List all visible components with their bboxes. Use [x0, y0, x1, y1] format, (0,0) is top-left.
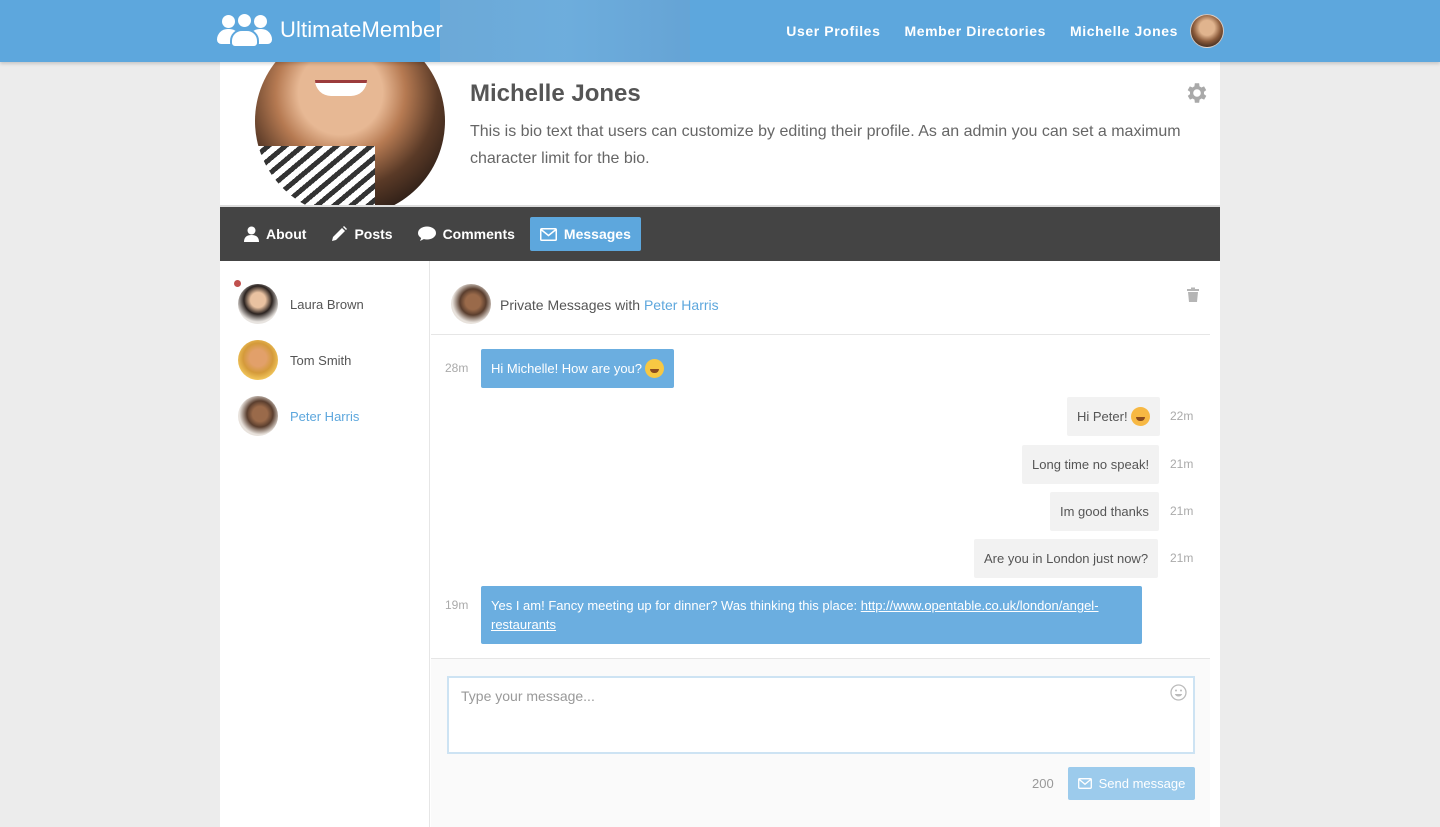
message-composer: 200 Send message — [431, 658, 1210, 827]
trash-icon[interactable] — [1186, 287, 1200, 303]
message-text: Long time no speak! — [1032, 457, 1150, 472]
message-time: 21m — [1170, 457, 1194, 471]
message-text: Yes I am! Fancy meeting up for dinner? W… — [491, 598, 858, 613]
messages-panel: Laura Brown Tom Smith Peter Harris Priva… — [220, 261, 1220, 827]
smiley-icon[interactable] — [1170, 684, 1187, 701]
send-button-label: Send message — [1098, 776, 1186, 791]
site-logo[interactable]: UltimateMember — [216, 12, 443, 48]
send-message-button[interactable]: Send message — [1068, 767, 1195, 800]
character-counter: 200 — [1032, 776, 1054, 791]
profile-name: Michelle Jones — [470, 80, 641, 107]
message-text: Are you in London just now? — [984, 551, 1149, 566]
tab-label: About — [266, 226, 307, 242]
message-time: 19m — [445, 598, 469, 612]
thread-header: Private Messages with Peter Harris — [431, 261, 1210, 335]
thread-recipient-link[interactable]: Peter Harris — [644, 297, 719, 313]
nav-member-directories[interactable]: Member Directories — [904, 23, 1046, 39]
comment-icon — [417, 226, 436, 241]
nav-user-avatar[interactable] — [1190, 14, 1224, 48]
avatar — [238, 340, 278, 380]
conversation-tom-smith[interactable]: Tom Smith — [238, 340, 418, 380]
gear-icon[interactable] — [1184, 80, 1210, 106]
avatar — [451, 284, 491, 324]
message-input[interactable] — [447, 676, 1195, 754]
message-bubble-sent: Im good thanks — [1050, 492, 1159, 531]
message-text: Im good thanks — [1060, 504, 1149, 519]
tab-label: Messages — [563, 226, 631, 242]
message-time: 21m — [1170, 504, 1194, 518]
tab-comments[interactable]: Comments — [408, 217, 525, 251]
message-text: Hi Peter! — [1077, 409, 1128, 424]
winking-tongue-emoji — [1130, 407, 1150, 426]
message-thread: Private Messages with Peter Harris 28m H… — [431, 261, 1210, 827]
tab-label: Posts — [354, 226, 393, 242]
tab-messages[interactable]: Messages — [529, 217, 641, 251]
profile-header: Michelle Jones This is bio text that use… — [220, 26, 1220, 216]
cover-photo-strip — [440, 0, 690, 62]
message-bubble-received: Yes I am! Fancy meeting up for dinner? W… — [481, 586, 1142, 644]
thread-title: Private Messages with Peter Harris — [500, 297, 719, 313]
avatar — [238, 284, 278, 324]
message-time: 28m — [445, 361, 469, 375]
conversation-peter-harris[interactable]: Peter Harris — [238, 396, 418, 436]
conversation-name: Tom Smith — [290, 352, 352, 368]
message-time: 22m — [1170, 409, 1194, 423]
nav-user-profiles[interactable]: User Profiles — [786, 23, 880, 39]
grinning-emoji — [645, 359, 665, 378]
primary-nav: User Profiles Member Directories Michell… — [762, 0, 1224, 62]
conversation-laura-brown[interactable]: Laura Brown — [234, 280, 418, 324]
users-group-icon — [216, 12, 274, 48]
conversation-name: Laura Brown — [290, 296, 364, 312]
conversation-list: Laura Brown Tom Smith Peter Harris — [220, 261, 430, 827]
message-time: 21m — [1170, 551, 1194, 565]
user-icon — [244, 226, 259, 242]
pencil-icon — [332, 226, 348, 241]
tab-label: Comments — [442, 226, 515, 242]
tab-about[interactable]: About — [234, 217, 316, 251]
avatar — [238, 396, 278, 436]
profile-bio: This is bio text that users can customiz… — [470, 123, 1181, 167]
envelope-icon — [539, 227, 557, 241]
envelope-icon — [1077, 778, 1092, 789]
conversation-name: Peter Harris — [290, 408, 360, 424]
message-bubble-sent: Are you in London just now? — [974, 539, 1159, 578]
message-bubble-sent: Long time no speak! — [1022, 445, 1160, 484]
nav-current-user[interactable]: Michelle Jones — [1070, 23, 1178, 39]
message-text: Hi Michelle! How are you? — [491, 361, 643, 376]
tab-posts[interactable]: Posts — [321, 217, 402, 251]
message-bubble-sent: Hi Peter! — [1067, 397, 1160, 436]
profile-tabs: About Posts Comments Messages — [220, 205, 1220, 261]
thread-title-prefix: Private Messages with — [500, 297, 641, 313]
message-bubble-received: Hi Michelle! How are you? — [481, 349, 675, 388]
top-navbar: UltimateMember User Profiles Member Dire… — [0, 0, 1440, 62]
unread-indicator — [234, 280, 241, 287]
brand-name: UltimateMember — [280, 17, 443, 42]
